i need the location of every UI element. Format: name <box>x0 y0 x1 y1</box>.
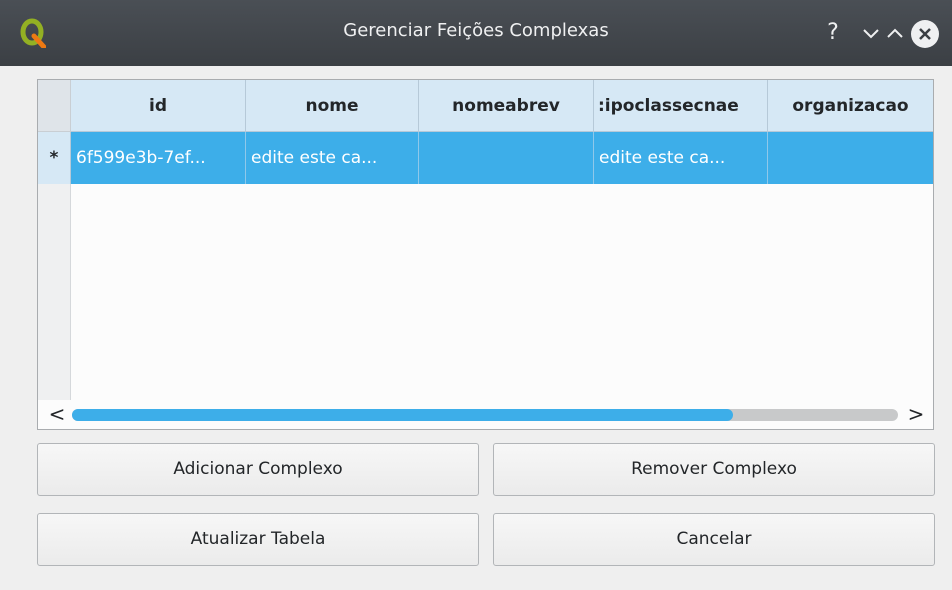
column-header-tipoclassecnae[interactable]: :ipoclassecnae <box>594 80 768 132</box>
row-header-new[interactable]: * <box>38 132 71 184</box>
dialog-content: id nome nomeabrev :ipoclassecnae organiz… <box>0 66 952 590</box>
maximize-button[interactable] <box>880 18 910 48</box>
column-header-organizacao[interactable]: organizacao <box>768 80 933 132</box>
close-icon <box>919 28 931 40</box>
complex-features-table[interactable]: id nome nomeabrev :ipoclassecnae organiz… <box>37 79 934 430</box>
column-header-nomeabrev[interactable]: nomeabrev <box>419 80 594 132</box>
window-title: Gerenciar Feições Complexas <box>343 20 609 41</box>
cell-tipoclassecnae[interactable]: edite este ca... <box>594 132 768 184</box>
chevron-down-icon <box>863 29 879 39</box>
cell-nome[interactable]: edite este ca... <box>246 132 419 184</box>
scroll-left-arrow[interactable]: < <box>42 400 72 429</box>
cell-nomeabrev[interactable] <box>419 132 594 184</box>
dialog-window: Gerenciar Feições Complexas ? id nome no <box>0 0 952 590</box>
title-bar[interactable]: Gerenciar Feições Complexas ? <box>0 0 952 66</box>
chevron-up-icon <box>887 28 903 38</box>
refresh-table-button[interactable]: Atualizar Tabela <box>37 513 479 566</box>
add-complex-button[interactable]: Adicionar Complexo <box>37 443 479 496</box>
help-button[interactable]: ? <box>820 18 846 48</box>
close-button[interactable] <box>911 20 939 48</box>
table-corner[interactable] <box>38 80 71 132</box>
table-row[interactable]: 6f599e3b-7ef... edite este ca... edite e… <box>71 132 933 184</box>
table-header: id nome nomeabrev :ipoclassecnae organiz… <box>71 80 933 132</box>
cell-organizacao[interactable] <box>768 132 933 184</box>
scroll-track[interactable] <box>72 409 898 421</box>
scroll-right-arrow[interactable]: > <box>901 400 931 429</box>
column-header-id[interactable]: id <box>71 80 246 132</box>
cell-id[interactable]: 6f599e3b-7ef... <box>71 132 246 184</box>
remove-complex-button[interactable]: Remover Complexo <box>493 443 935 496</box>
horizontal-scrollbar[interactable]: < > <box>38 400 933 429</box>
column-header-nome[interactable]: nome <box>246 80 419 132</box>
cancel-button[interactable]: Cancelar <box>493 513 935 566</box>
scroll-thumb[interactable] <box>72 409 733 421</box>
